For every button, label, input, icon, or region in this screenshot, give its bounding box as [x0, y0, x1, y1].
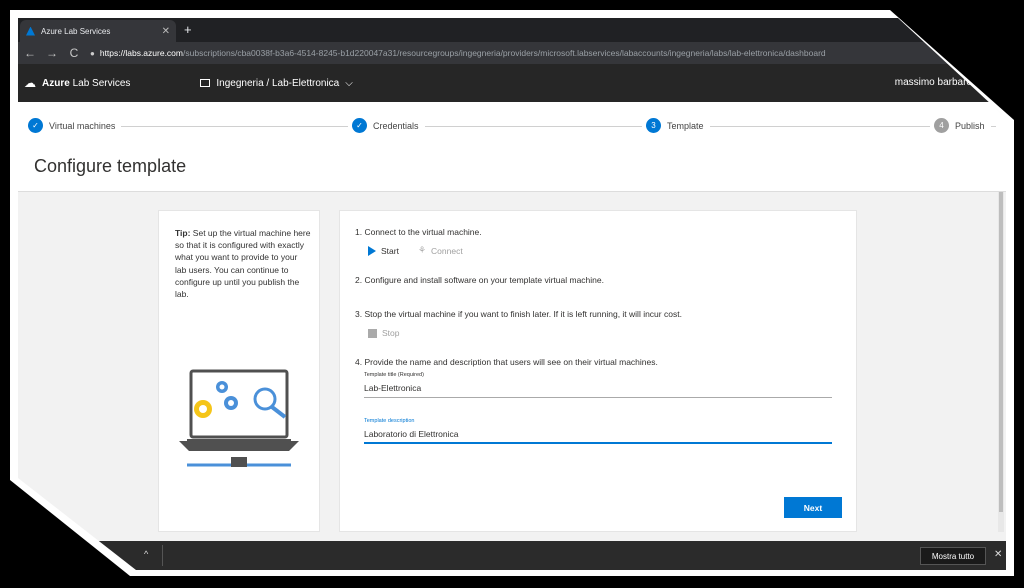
forward-icon[interactable]: →	[46, 46, 58, 60]
step-credentials[interactable]: ✓ Credentials	[348, 118, 425, 133]
step-stop-text: 3. Stop the virtual machine if you want …	[355, 309, 682, 319]
stop-action: Stop	[368, 328, 400, 338]
wizard-progress-line	[38, 126, 996, 127]
user-name[interactable]: massimo barbaro	[895, 77, 972, 88]
download-bar: rdp ^ Mostra tutto ✕	[18, 541, 1006, 570]
lab-selector[interactable]: Ingegneria / Lab-Elettronica ⌵	[200, 77, 353, 89]
step-label: Virtual machines	[49, 120, 116, 131]
stop-icon	[368, 328, 377, 338]
chevron-up-icon[interactable]: ^	[144, 549, 148, 559]
reload-icon[interactable]: C	[68, 46, 80, 60]
lab-icon	[200, 79, 211, 87]
page-title: Configure template	[34, 156, 187, 176]
url-path: /subscriptions/cba0038f-b3a6-4514-8245-b…	[183, 48, 826, 58]
photo-frame: Azure Lab Services ✕ + ← → C ● https://l…	[0, 0, 1024, 588]
step-connect-text: 1. Connect to the virtual machine.	[355, 227, 482, 237]
step-configure-text: 2. Configure and install software on you…	[355, 275, 604, 285]
browser-window: Azure Lab Services ✕ + ← → C ● https://l…	[18, 18, 1006, 570]
step-label: Publish	[955, 120, 985, 131]
wizard: ✓ Virtual machines ✓ Credentials 3 Templ…	[18, 102, 1006, 192]
start-button[interactable]: Start	[381, 246, 399, 256]
azure-icon	[26, 26, 35, 36]
plug-icon: ⚘	[417, 245, 427, 255]
scrollbar[interactable]	[998, 192, 1004, 532]
vm-actions: Start ⚘ Connect	[368, 245, 463, 256]
tip-card: Tip: Set up the virtual machine here so …	[158, 210, 320, 532]
template-card: 1. Connect to the virtual machine. Start…	[339, 210, 857, 532]
step-virtual-machines[interactable]: ✓ Virtual machines	[28, 118, 122, 133]
close-icon[interactable]: ✕	[994, 549, 1002, 560]
tab-title: Azure Lab Services	[41, 26, 111, 36]
lock-icon: ●	[90, 48, 95, 58]
stop-button[interactable]: Stop	[382, 328, 400, 338]
check-icon: ✓	[352, 118, 367, 133]
template-description-input[interactable]: Laboratorio di Elettronica	[364, 426, 832, 444]
next-button[interactable]: Next	[784, 497, 842, 518]
template-title-input[interactable]: Lab-Elettronica	[364, 380, 832, 398]
step-number: 4	[934, 118, 949, 133]
divider	[162, 545, 163, 566]
tip-text: Tip: Set up the virtual machine here so …	[175, 228, 311, 300]
step-label: Template	[667, 120, 704, 131]
step-publish[interactable]: 4 Publish	[930, 118, 991, 133]
cloud-icon: ☁	[24, 76, 36, 90]
play-icon	[368, 245, 376, 256]
close-tab-icon[interactable]: ✕	[162, 26, 170, 37]
laptop-illustration	[179, 369, 299, 467]
tab-bar: Azure Lab Services ✕ +	[18, 18, 1006, 42]
title-field-label: Template title (Required)	[364, 372, 424, 378]
step-number: 3	[646, 118, 661, 133]
show-all-button[interactable]: Mostra tutto	[920, 547, 986, 565]
connect-button[interactable]: Connect	[431, 246, 463, 256]
lab-selector-label: Ingegneria / Lab-Elettronica	[216, 77, 340, 89]
step-label: Credentials	[373, 120, 419, 131]
check-icon: ✓	[28, 118, 43, 133]
avatar[interactable]	[982, 74, 1000, 92]
step-describe-text: 4. Provide the name and description that…	[355, 357, 658, 367]
browser-tab[interactable]: Azure Lab Services ✕	[20, 20, 176, 42]
url-field[interactable]: ● https://labs.azure.com/subscriptions/c…	[90, 48, 1000, 58]
scrollbar-thumb[interactable]	[999, 192, 1003, 512]
app-brand[interactable]: Azure Lab Services	[42, 78, 130, 89]
address-bar: ← → C ● https://labs.azure.com/subscript…	[18, 42, 1006, 64]
url-host: https://labs.azure.com	[99, 48, 183, 58]
chevron-down-icon: ⌵	[345, 77, 353, 89]
back-icon[interactable]: ←	[24, 46, 36, 60]
app-header: ☁ Azure Lab Services Ingegneria / Lab-El…	[18, 64, 1006, 102]
new-tab-button[interactable]: +	[184, 22, 192, 37]
description-field-label: Template description	[364, 418, 415, 424]
step-template[interactable]: 3 Template	[642, 118, 710, 133]
